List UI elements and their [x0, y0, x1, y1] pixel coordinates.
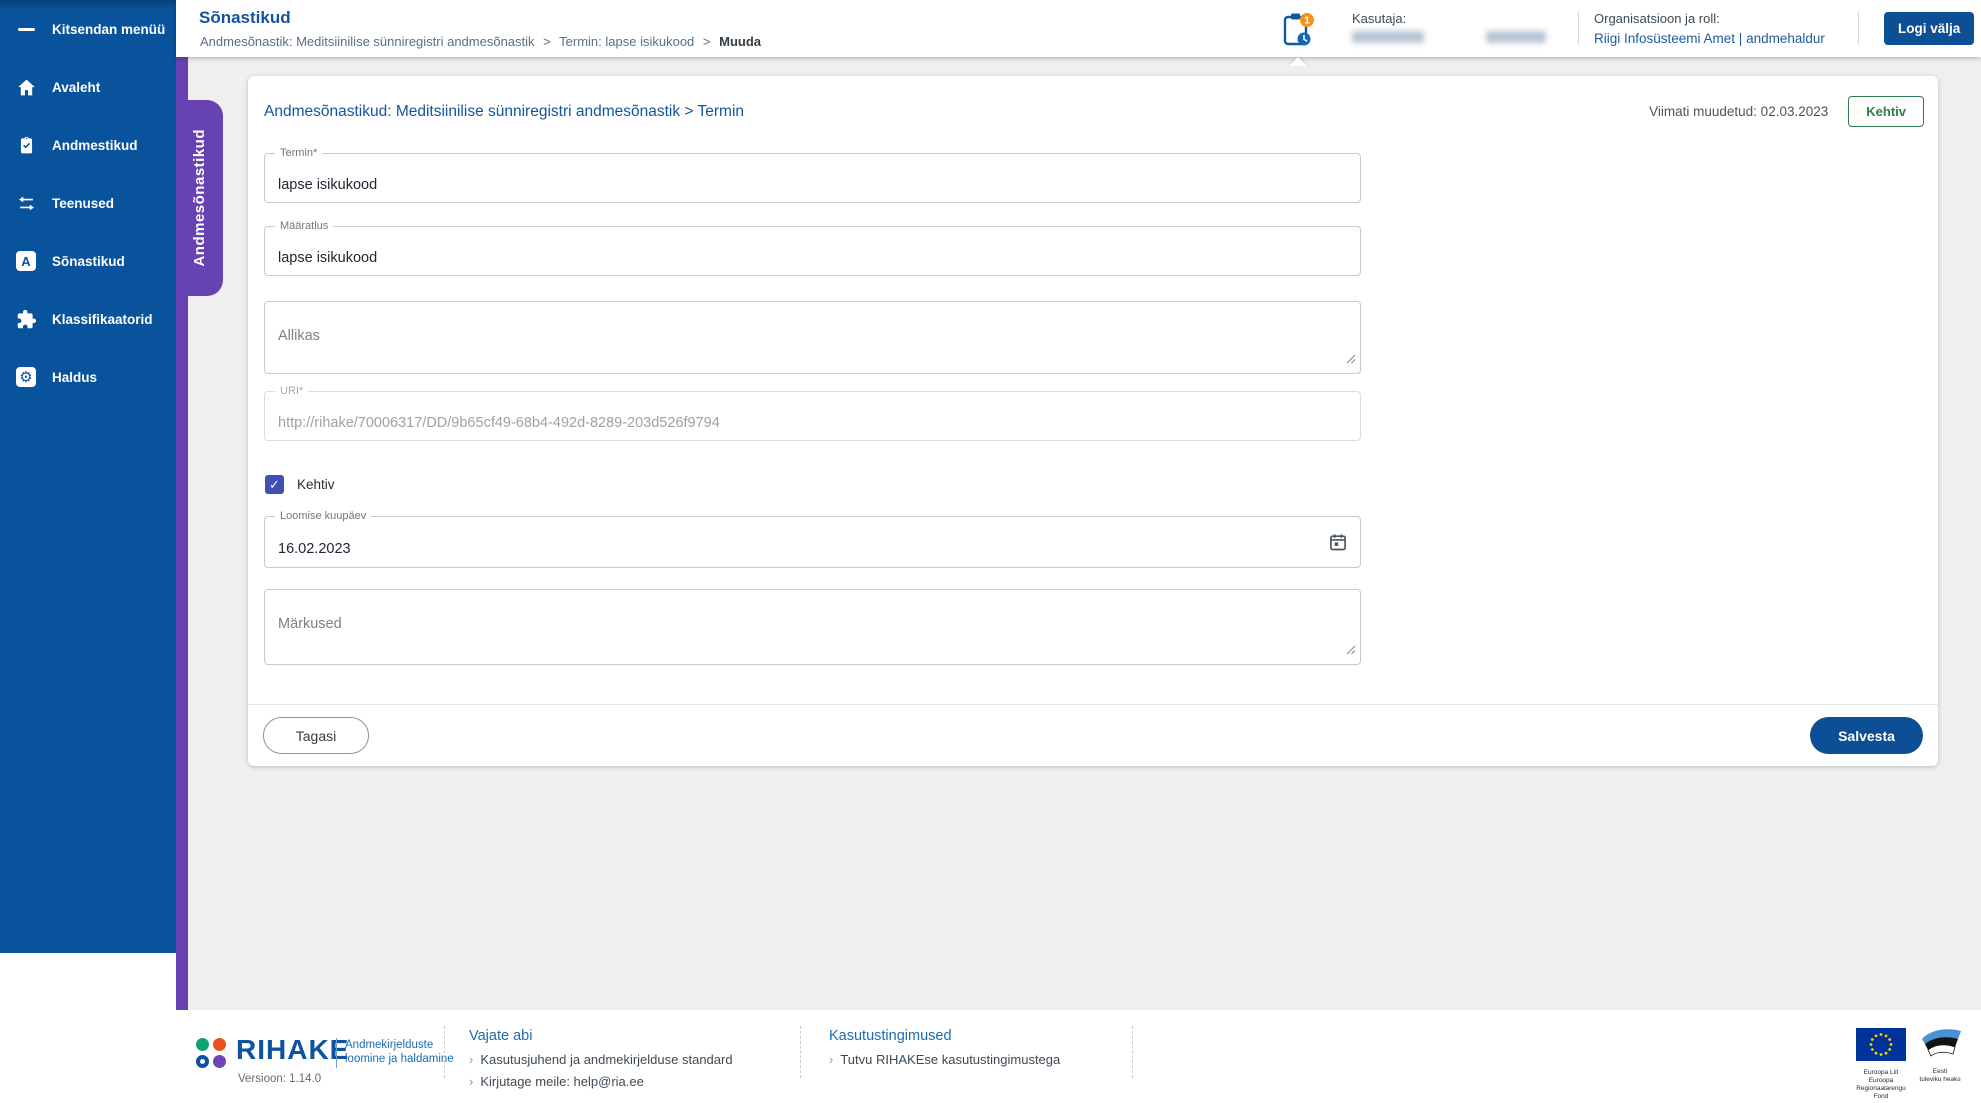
rihake-logo-dots	[196, 1038, 226, 1068]
resize-handle-icon[interactable]	[1346, 351, 1356, 369]
terms-link[interactable]: › Tutvu RIHAKEse kasutustingimustega	[829, 1052, 1060, 1067]
footer: RIHAKE Andmekirjelduste loomine ja halda…	[0, 1010, 1981, 1103]
help-link-email[interactable]: › Kirjutage meile: help@ria.ee	[469, 1074, 733, 1089]
organisation-label: Organisatsioon ja roll:	[1594, 11, 1720, 26]
user-name-redacted	[1486, 31, 1546, 43]
calendar-icon[interactable]	[1328, 532, 1348, 552]
breadcrumb-separator: >	[702, 34, 711, 49]
breadcrumb-current: Muuda	[719, 34, 762, 49]
sidebar-item-label: Avaleht	[52, 79, 101, 95]
breadcrumb-link-term[interactable]: Termin: lapse isikukood	[559, 34, 694, 49]
page-title: Sõnastikud	[199, 8, 291, 27]
header-divider	[1578, 11, 1579, 45]
termin-input[interactable]	[265, 154, 1360, 202]
home-icon	[14, 75, 38, 99]
last-modified-text: Viimati muudetud: 02.03.2023	[1649, 104, 1829, 119]
footer-divider	[800, 1026, 801, 1078]
maaratlus-field-label: Määratlus	[275, 220, 334, 233]
sidebar-item-sonastikud[interactable]: Sõnastikud	[0, 232, 176, 290]
kehtiv-checkbox-label: Kehtiv	[297, 477, 335, 492]
swap-arrows-icon	[14, 191, 38, 215]
sidebar-item-label: Kitsendan menüü	[52, 21, 166, 37]
help-heading[interactable]: Vajate abi	[469, 1028, 733, 1044]
breadcrumb: Andmesõnastik: Meditsiinilise sünniregis…	[200, 34, 761, 49]
main-content: Andmesõnastikud: Meditsiinilise sünnireg…	[188, 57, 1981, 1010]
uri-input	[265, 392, 1360, 440]
sidebar-item-label: Andmestikud	[52, 137, 138, 153]
footer-divider	[1132, 1026, 1133, 1078]
brand-divider	[336, 1038, 337, 1068]
sidebar-item-klassifikaatorid[interactable]: Klassifikaatorid	[0, 290, 176, 348]
allikas-field	[264, 301, 1361, 374]
sidebar-item-collapse[interactable]: Kitsendan menüü	[0, 0, 176, 58]
rihake-logo-text: RIHAKE	[236, 1034, 350, 1065]
organisation-role-link[interactable]: Riigi Infosüsteemi Amet | andmehaldur	[1594, 31, 1825, 46]
resize-handle-icon[interactable]	[1346, 642, 1356, 660]
gear-icon	[14, 365, 38, 389]
puzzle-icon	[14, 307, 38, 331]
status-badge: Kehtiv	[1848, 96, 1924, 127]
markused-textarea[interactable]	[265, 590, 1360, 664]
allikas-textarea[interactable]	[265, 302, 1360, 373]
termin-field: Termin*	[264, 147, 1361, 203]
terms-heading[interactable]: Kasutustingimused	[829, 1028, 1060, 1044]
eu-regional-fund-logo: Euroopa Liit Euroopa Regionaalarengu Fon…	[1853, 1028, 1909, 1101]
loomise-kuupaev-input[interactable]	[265, 517, 1360, 567]
back-button[interactable]: Tagasi	[263, 717, 369, 754]
user-name-redacted	[1352, 31, 1424, 43]
termin-field-label: Termin*	[275, 147, 323, 160]
save-button[interactable]: Salvesta	[1810, 717, 1923, 754]
breadcrumb-separator: >	[543, 34, 551, 49]
header-divider	[1858, 11, 1859, 45]
organisation-info: Organisatsioon ja roll: Riigi Infosüstee…	[1594, 10, 1825, 46]
uri-field: URI*	[264, 385, 1361, 441]
maaratlus-field: Määratlus	[264, 220, 1361, 276]
sidebar-item-label: Teenused	[52, 195, 115, 211]
sidebar-item-avaleht[interactable]: Avaleht	[0, 58, 176, 116]
sidebar-item-label: Klassifikaatorid	[52, 311, 153, 327]
markused-field	[264, 589, 1361, 665]
notification-tooltip-arrow	[1289, 57, 1307, 66]
chevron-right-icon: ›	[469, 1074, 474, 1089]
sidebar-item-label: Sõnastikud	[52, 253, 125, 269]
loomise-kuupaev-label: Loomise kuupäev	[275, 510, 372, 523]
footer-divider	[444, 1026, 445, 1078]
breadcrumb-link-dictionary[interactable]: Andmesõnastik: Meditsiinilise sünniregis…	[200, 34, 535, 49]
collapse-menu-icon	[14, 17, 38, 41]
chevron-right-icon: ›	[829, 1052, 834, 1067]
footer-terms-section: Kasutustingimused › Tutvu RIHAKEse kasutu…	[829, 1028, 1060, 1074]
chevron-right-icon: ›	[469, 1052, 474, 1067]
kehtiv-checkbox-row[interactable]: Kehtiv	[265, 475, 335, 494]
uri-field-label: URI*	[275, 385, 309, 398]
user-info: Kasutaja:	[1352, 10, 1562, 43]
top-header: Sõnastikud Andmesõnastik: Meditsiinilise…	[176, 0, 1981, 66]
notifications-clipboard-icon[interactable]: 1	[1282, 11, 1316, 49]
active-section-tab-label: Andmesõnastikud	[191, 129, 208, 267]
term-edit-card: Andmesõnastikud: Meditsiinilise sünnireg…	[248, 76, 1938, 766]
brand-tagline: Andmekirjelduste loomine ja haldamine	[345, 1039, 454, 1065]
sidebar-item-haldus[interactable]: Haldus	[0, 348, 176, 406]
logout-button[interactable]: Logi välja	[1884, 12, 1975, 45]
version-text: Versioon: 1.14.0	[238, 1073, 322, 1085]
estonia-flag-logo: Eesti tuleviku heaks	[1916, 1026, 1964, 1084]
svg-text:1: 1	[1304, 15, 1310, 26]
sidebar-item-teenused[interactable]: Teenused	[0, 174, 176, 232]
kehtiv-checkbox[interactable]	[265, 475, 284, 494]
sidebar-item-label: Haldus	[52, 369, 98, 385]
loomise-kuupaev-field: Loomise kuupäev	[264, 510, 1361, 568]
card-meta: Viimati muudetud: 02.03.2023 Kehtiv	[1649, 96, 1924, 127]
app-window: Kitsendan menüü Avaleht Andmestikud Teen…	[0, 0, 1981, 1103]
card-title: Andmesõnastikud: Meditsiinilise sünnireg…	[264, 103, 745, 120]
maaratlus-input[interactable]	[265, 227, 1360, 275]
sidebar-item-andmestikud[interactable]: Andmestikud	[0, 116, 176, 174]
clipboard-check-icon	[14, 133, 38, 157]
letter-a-icon	[14, 249, 38, 273]
user-label: Kasutaja:	[1352, 11, 1407, 26]
sidebar: Kitsendan menüü Avaleht Andmestikud Teen…	[0, 0, 176, 953]
card-footer-divider	[248, 704, 1938, 705]
active-section-tab[interactable]: Andmesõnastikud	[176, 100, 223, 296]
help-link-manual[interactable]: › Kasutusjuhend ja andmekirjelduse standa…	[469, 1052, 733, 1067]
footer-help-section: Vajate abi › Kasutusjuhend ja andmekirjel…	[469, 1028, 733, 1096]
